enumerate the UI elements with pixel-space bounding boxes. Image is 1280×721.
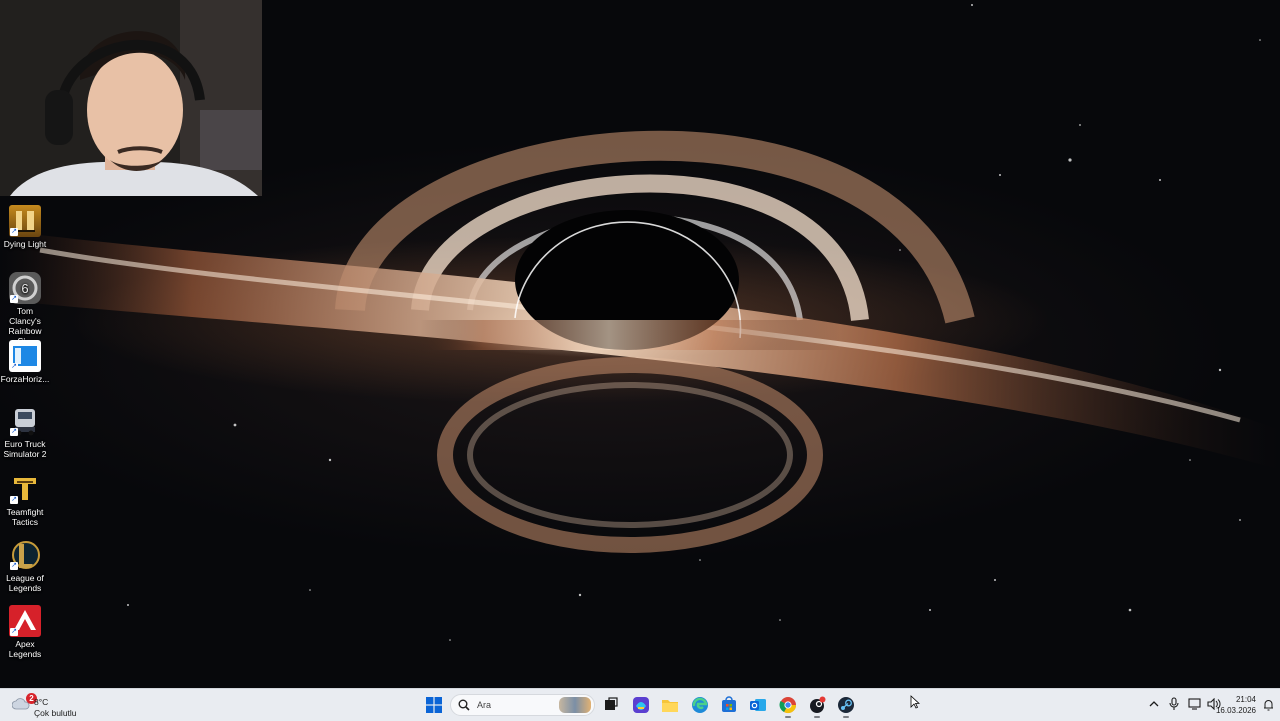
euro-truck-icon: ↗	[9, 405, 41, 437]
clock-date: 16.03.2026	[1215, 706, 1256, 715]
webcam-overlay	[0, 0, 262, 196]
copilot-icon	[633, 697, 649, 713]
desktop-icon-apex-legends[interactable]: ↗ Apex Legends	[0, 605, 50, 659]
steam-notify-button[interactable]	[805, 694, 829, 718]
system-tray	[1146, 689, 1226, 721]
system-clock[interactable]: 21:04 16.03.2026	[1216, 694, 1256, 716]
desktop-icon-label: League of Legends	[6, 573, 44, 593]
chevron-up-icon[interactable]	[1148, 698, 1160, 712]
clock-time: 21:04	[1235, 695, 1256, 704]
windows-start-icon	[426, 697, 442, 713]
steam-icon	[838, 697, 854, 713]
desktop-icon-label: Apex Legends	[8, 639, 42, 659]
store-icon	[722, 696, 736, 712]
shortcut-arrow-icon: ↗	[10, 295, 18, 303]
edge-icon	[692, 697, 708, 713]
search-input[interactable]: Ara	[450, 694, 595, 716]
desktop-icon-teamfight-tactics[interactable]: ↗ Teamfight Tactics	[0, 473, 50, 527]
taskbar: 2 8°C Çok bulutlu Ara 21:04 16.03.2026	[0, 688, 1280, 721]
steam-notify-icon	[810, 696, 826, 713]
start-button[interactable]	[422, 694, 446, 716]
file-explorer-button[interactable]	[658, 694, 682, 716]
search-icon	[458, 699, 470, 711]
chrome-button[interactable]	[776, 694, 800, 718]
desktop-icon-label: Euro Truck Simulator 2	[3, 439, 47, 459]
shortcut-arrow-icon: ↗	[10, 363, 18, 371]
desktop-icon-euro-truck[interactable]: ↗ Euro Truck Simulator 2	[0, 405, 50, 459]
league-of-legends-icon: ↗	[9, 539, 41, 571]
search-highlight-image	[559, 697, 591, 713]
desktop-icon-label: Teamfight Tactics	[6, 507, 44, 527]
shortcut-arrow-icon: ↗	[10, 496, 18, 504]
edge-button[interactable]	[688, 694, 712, 716]
dying-light-icon: ↗	[9, 205, 41, 237]
desktop-icon-label: Dying Light	[3, 239, 47, 249]
search-placeholder: Ara	[477, 700, 492, 710]
shortcut-arrow-icon: ↗	[10, 562, 18, 570]
weather-widget[interactable]: 2 8°C Çok bulutlu	[8, 692, 98, 718]
shortcut-arrow-icon: ↗	[10, 228, 18, 236]
outlook-button[interactable]	[746, 694, 770, 716]
notification-bell-icon[interactable]	[1263, 699, 1274, 713]
copilot-button[interactable]	[629, 694, 653, 716]
mouse-cursor-icon	[910, 695, 921, 714]
weather-temperature: 8°C	[34, 697, 49, 707]
network-icon[interactable]	[1188, 698, 1202, 712]
desktop-icon-label: ForzaHoriz...	[0, 374, 50, 384]
steam-button[interactable]	[834, 694, 858, 718]
outlook-icon	[750, 699, 766, 711]
desktop-icon-forza-horizon[interactable]: ↗ ForzaHoriz...	[0, 340, 50, 384]
desktop-icon-dying-light[interactable]: ↗ Dying Light	[0, 205, 50, 249]
microphone-icon[interactable]	[1168, 697, 1180, 713]
shortcut-arrow-icon: ↗	[10, 628, 18, 636]
desktop-icon-league-of-legends[interactable]: ↗ League of Legends	[0, 539, 50, 593]
svg-text:6: 6	[21, 281, 28, 296]
webcam-person-image	[0, 0, 262, 196]
shortcut-arrow-icon: ↗	[10, 428, 18, 436]
desktop-icon-rainbow-six[interactable]: 6 ↗ Tom Clancy's Rainbow Si...	[0, 272, 50, 346]
task-view-icon	[605, 697, 618, 710]
teamfight-tactics-icon: ↗	[9, 473, 41, 505]
rainbow-six-icon: 6 ↗	[9, 272, 41, 304]
task-view-button[interactable]	[599, 694, 623, 716]
forza-horizon-icon: ↗	[9, 340, 41, 372]
apex-legends-icon: ↗	[9, 605, 41, 637]
weather-condition: Çok bulutlu	[34, 708, 77, 718]
folder-icon	[662, 700, 678, 712]
store-button[interactable]	[717, 694, 741, 716]
chrome-icon	[779, 697, 797, 714]
